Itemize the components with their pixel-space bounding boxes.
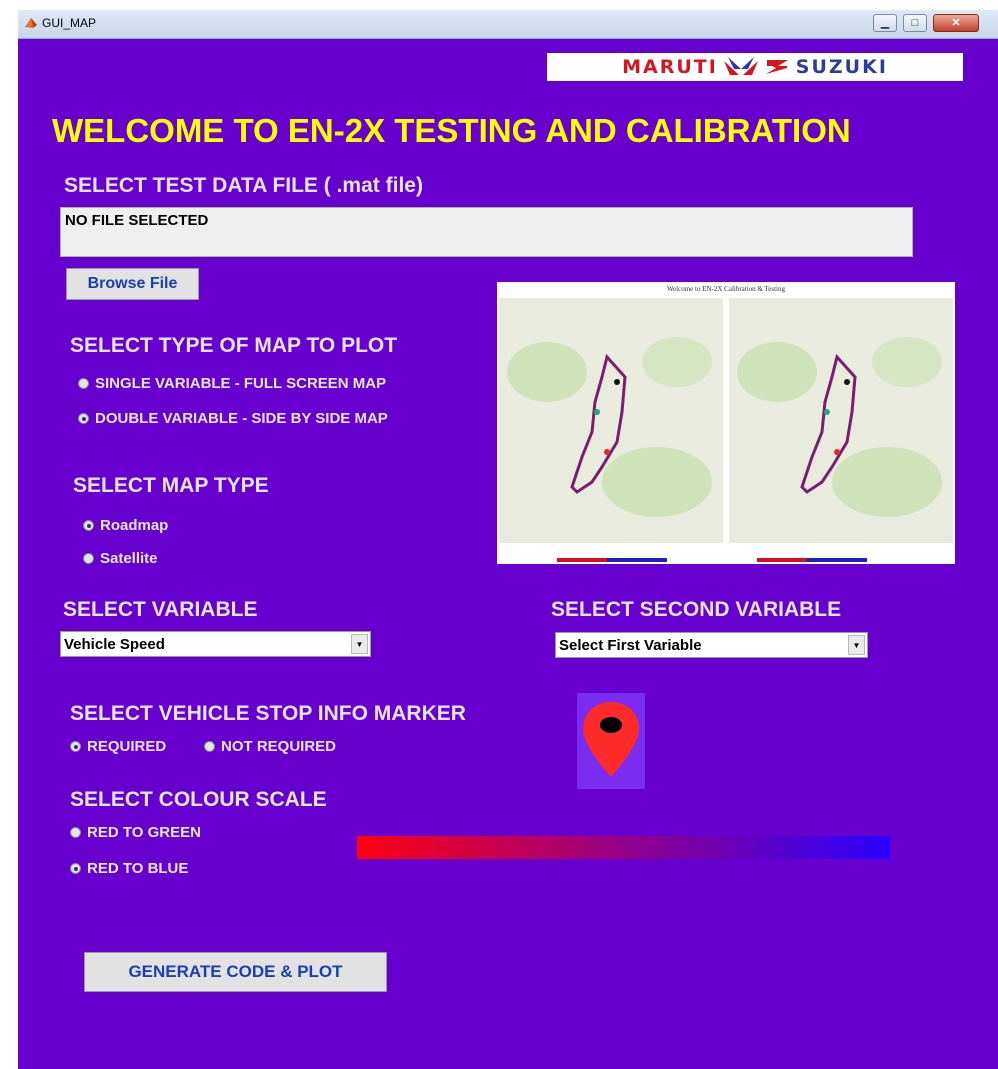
maruti-suzuki-logo: MARUTI SUZUKI bbox=[547, 53, 963, 81]
logo-word-maruti: MARUTI bbox=[622, 56, 718, 78]
variable-label: SELECT VARIABLE bbox=[63, 598, 258, 621]
radio-red-to-blue[interactable]: RED TO BLUE bbox=[70, 860, 188, 877]
map-pin-icon bbox=[583, 702, 639, 777]
generate-code-plot-button[interactable]: GENERATE CODE & PLOT bbox=[84, 952, 387, 992]
radio-dot[interactable] bbox=[204, 741, 215, 752]
radio-double-variable-label: DOUBLE VARIABLE - SIDE BY SIDE MAP bbox=[95, 410, 388, 427]
close-icon: ✕ bbox=[951, 17, 961, 29]
close-button[interactable]: ✕ bbox=[933, 14, 979, 32]
logo-word-suzuki: SUZUKI bbox=[795, 56, 888, 78]
radio-red-to-green-label: RED TO GREEN bbox=[87, 824, 201, 841]
welcome-heading: WELCOME TO EN-2X TESTING AND CALIBRATION bbox=[52, 112, 851, 149]
colour-scale-label: SELECT COLOUR SCALE bbox=[70, 788, 327, 811]
browse-file-button[interactable]: Browse File bbox=[66, 268, 199, 300]
side-by-side-map-preview bbox=[499, 298, 953, 562]
radio-marker-not-required[interactable]: NOT REQUIRED bbox=[204, 738, 336, 755]
radio-roadmap[interactable]: Roadmap bbox=[83, 517, 168, 534]
maximize-icon: □ bbox=[911, 17, 919, 29]
radio-red-to-green[interactable]: RED TO GREEN bbox=[70, 824, 201, 841]
gui-map-window: GUI_MAP ▁ □ ✕ MARUTI SUZUKI WELCOME TO E… bbox=[18, 10, 998, 1069]
radio-marker-required[interactable]: REQUIRED bbox=[70, 738, 166, 755]
radio-satellite[interactable]: Satellite bbox=[83, 550, 158, 567]
maximize-button[interactable]: □ bbox=[903, 14, 927, 32]
stop-marker-label: SELECT VEHICLE STOP INFO MARKER bbox=[70, 702, 466, 725]
file-section-label: SELECT TEST DATA FILE ( .mat file) bbox=[64, 174, 423, 197]
radio-dot[interactable] bbox=[78, 378, 89, 389]
radio-single-variable[interactable]: SINGLE VARIABLE - FULL SCREEN MAP bbox=[78, 375, 386, 392]
radio-marker-required-label: REQUIRED bbox=[87, 738, 167, 755]
map-type-label: SELECT MAP TYPE bbox=[73, 474, 269, 497]
radio-dot[interactable] bbox=[83, 553, 94, 564]
radio-roadmap-label: Roadmap bbox=[100, 517, 169, 534]
maruti-wings-icon bbox=[723, 57, 758, 75]
stop-marker-preview bbox=[577, 693, 645, 789]
radio-double-variable[interactable]: DOUBLE VARIABLE - SIDE BY SIDE MAP bbox=[78, 410, 388, 427]
file-path-display: NO FILE SELECTED bbox=[60, 207, 913, 257]
colour-scale-preview bbox=[357, 836, 890, 859]
map-preview-image: Welcome to EN-2X Calibration & Testing bbox=[497, 282, 955, 564]
dropdown-arrow-icon[interactable]: ▼ bbox=[351, 634, 368, 654]
matlab-app-icon bbox=[25, 18, 37, 28]
radio-dot-selected[interactable] bbox=[83, 520, 94, 531]
title-bar: GUI_MAP ▁ □ ✕ bbox=[18, 10, 998, 39]
variable-dropdown[interactable]: Vehicle Speed ▼ bbox=[60, 631, 371, 657]
window-title: GUI_MAP bbox=[42, 16, 97, 30]
suzuki-s-icon bbox=[765, 60, 788, 74]
second-variable-dropdown-value: Select First Variable bbox=[559, 637, 702, 654]
second-variable-label: SELECT SECOND VARIABLE bbox=[551, 598, 842, 621]
radio-dot-selected[interactable] bbox=[78, 413, 89, 424]
radio-red-to-blue-label: RED TO BLUE bbox=[87, 860, 189, 877]
radio-single-variable-label: SINGLE VARIABLE - FULL SCREEN MAP bbox=[95, 375, 387, 392]
radio-satellite-label: Satellite bbox=[100, 550, 158, 567]
minimize-button[interactable]: ▁ bbox=[873, 14, 897, 32]
file-status-text: NO FILE SELECTED bbox=[65, 212, 209, 229]
dropdown-arrow-icon[interactable]: ▼ bbox=[848, 635, 865, 655]
radio-dot[interactable] bbox=[70, 827, 81, 838]
variable-dropdown-value: Vehicle Speed bbox=[64, 636, 165, 653]
radio-dot-selected[interactable] bbox=[70, 741, 81, 752]
radio-marker-not-required-label: NOT REQUIRED bbox=[221, 738, 337, 755]
minimize-icon: ▁ bbox=[880, 17, 890, 29]
map-plot-type-label: SELECT TYPE OF MAP TO PLOT bbox=[70, 334, 398, 357]
radio-dot-selected[interactable] bbox=[70, 863, 81, 874]
second-variable-dropdown[interactable]: Select First Variable ▼ bbox=[555, 632, 868, 658]
